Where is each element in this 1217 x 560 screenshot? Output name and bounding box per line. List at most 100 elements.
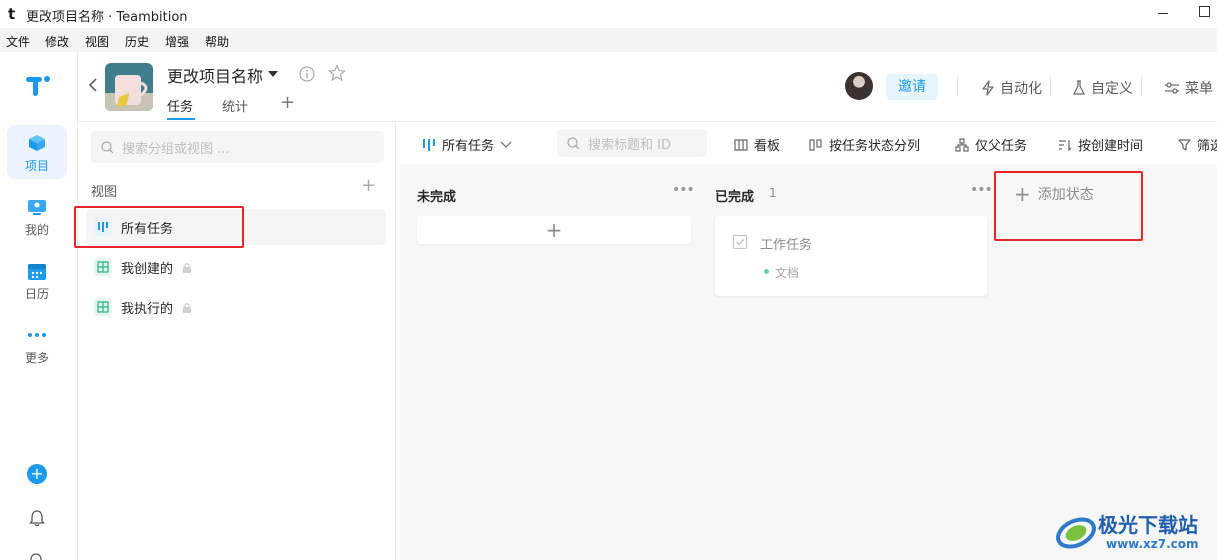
- rail-item-more[interactable]: 更多: [7, 317, 67, 371]
- table-icon: [94, 258, 112, 276]
- view-item-created-by-me[interactable]: 我创建的: [86, 249, 386, 285]
- column-title-incomplete: 未完成: [417, 190, 457, 205]
- view-select[interactable]: 所有任务: [422, 135, 512, 154]
- menu-file[interactable]: 文件: [6, 33, 30, 50]
- info-icon[interactable]: [299, 66, 315, 82]
- split-columns-icon: [809, 138, 822, 151]
- active-tab-indicator: [167, 118, 195, 120]
- lightning-icon: [982, 80, 994, 96]
- search-placeholder: 搜索标题和 ID: [588, 137, 671, 153]
- group-by-label: 按任务状态分列: [829, 139, 921, 154]
- star-icon[interactable]: [328, 64, 346, 82]
- add-tab-icon[interactable]: +: [280, 92, 295, 113]
- highlight-box: [994, 171, 1143, 241]
- window-title: 更改项目名称 · Teambition: [26, 10, 188, 25]
- task-tag: 文档: [775, 266, 800, 280]
- flask-icon: [1073, 80, 1085, 95]
- rail-item-label: 我的: [24, 223, 49, 237]
- caret-down-icon[interactable]: [268, 71, 278, 77]
- kanban-icon: [423, 138, 435, 151]
- views-panel: 搜索分组或视图 ... 视图 + 所有任务 我创建的 我执行的: [78, 122, 396, 560]
- avatar[interactable]: [845, 72, 873, 100]
- parent-only-label: 仅父任务: [975, 139, 1028, 154]
- title-bar: t 更改项目名称 · Teambition: [0, 0, 1217, 28]
- task-checkbox[interactable]: [733, 235, 747, 249]
- watermark: 极光下载站 www.xz7.com: [1050, 505, 1210, 557]
- customize-label: 自定义: [1091, 81, 1133, 97]
- left-rail: 项目 我的 日历 更多 +: [0, 52, 78, 560]
- menu-label: 菜单: [1185, 81, 1213, 97]
- sort-button[interactable]: 按创建时间: [1058, 135, 1143, 154]
- sort-icon: [1059, 139, 1072, 151]
- automation-button[interactable]: 自动化: [981, 78, 1042, 98]
- search-icon[interactable]: [29, 552, 45, 560]
- rail-item-calendar[interactable]: 日历: [7, 253, 67, 307]
- highlight-box: [74, 206, 244, 248]
- rail-item-projects[interactable]: 项目: [7, 125, 67, 179]
- chevron-down-icon: [500, 141, 512, 148]
- lock-icon: [183, 302, 192, 313]
- kanban-label: 看板: [754, 139, 781, 154]
- customize-button[interactable]: 自定义: [1072, 78, 1133, 98]
- rail-item-label: 项目: [24, 159, 49, 173]
- watermark-logo-icon: [1056, 517, 1096, 549]
- project-name[interactable]: 更改项目名称: [167, 63, 263, 87]
- sliders-icon: [1165, 82, 1179, 94]
- sort-label: 按创建时间: [1078, 139, 1144, 154]
- menu-edit[interactable]: 修改: [45, 33, 69, 50]
- cube-icon: [29, 135, 45, 151]
- divider: [957, 76, 958, 96]
- board-toolbar: 所有任务 搜索标题和 ID 看板 按任务状态分列 仅父任务 按创建时间 筛选: [396, 122, 1217, 164]
- view-item-assigned-to-me[interactable]: 我执行的: [86, 289, 386, 325]
- lock-icon: [183, 262, 192, 273]
- tab-tasks[interactable]: 任务: [167, 96, 193, 115]
- invite-button[interactable]: 邀请: [886, 74, 938, 100]
- task-card[interactable]: 工作任务 文档: [715, 216, 987, 296]
- person-monitor-icon: [28, 200, 46, 215]
- column-title-done: 已完成: [715, 190, 755, 205]
- rail-item-mine[interactable]: 我的: [7, 189, 67, 243]
- menu-view[interactable]: 视图: [85, 33, 109, 50]
- app-logo: t: [8, 5, 16, 23]
- group-by-button[interactable]: 按任务状态分列: [809, 135, 920, 154]
- calendar-icon: [28, 264, 46, 280]
- kanban-button[interactable]: 看板: [734, 135, 780, 154]
- menu-bar: 文件 修改 视图 历史 增强 帮助: [0, 28, 1217, 52]
- group-search-input[interactable]: 搜索分组或视图 ...: [91, 131, 384, 163]
- add-task-button[interactable]: +: [417, 216, 691, 244]
- menu-button[interactable]: 菜单: [1164, 78, 1213, 98]
- back-chevron-icon[interactable]: [86, 78, 100, 92]
- menu-history[interactable]: 历史: [125, 33, 149, 50]
- check-icon: [735, 238, 744, 246]
- divider: [1141, 76, 1142, 96]
- maximize-button[interactable]: [1199, 6, 1210, 17]
- divider: [1050, 76, 1051, 96]
- view-select-label: 所有任务: [442, 139, 495, 154]
- bell-icon[interactable]: [29, 509, 45, 527]
- tab-stats[interactable]: 统计: [222, 96, 248, 115]
- views-heading: 视图: [91, 185, 118, 200]
- column-more-icon[interactable]: •••: [970, 182, 993, 198]
- search-placeholder: 搜索分组或视图 ...: [122, 141, 230, 157]
- add-view-icon[interactable]: +: [361, 175, 376, 196]
- columns-icon: [734, 138, 748, 151]
- menu-help[interactable]: 帮助: [205, 33, 229, 50]
- parent-only-button[interactable]: 仅父任务: [955, 135, 1027, 154]
- project-header: 更改项目名称 任务 统计 + 邀请 自动化 自定义 菜单: [78, 52, 1217, 122]
- filter-button[interactable]: 筛选: [1178, 135, 1217, 154]
- menu-enhance[interactable]: 增强: [165, 33, 189, 50]
- view-item-label: 我执行的: [121, 301, 174, 317]
- column-count: 1: [769, 186, 777, 200]
- tag-dot: [764, 269, 769, 274]
- minimize-button[interactable]: [1156, 5, 1170, 19]
- view-item-label: 我创建的: [121, 261, 174, 277]
- rail-item-label: 日历: [24, 287, 49, 301]
- filter-label: 筛选: [1197, 139, 1217, 154]
- watermark-url: www.xz7.com: [1106, 537, 1199, 551]
- task-search-input[interactable]: 搜索标题和 ID: [557, 129, 707, 157]
- project-cover[interactable]: [105, 63, 153, 111]
- teambition-logo-icon[interactable]: [24, 72, 52, 100]
- create-plus-icon[interactable]: +: [27, 464, 47, 484]
- column-more-icon[interactable]: •••: [672, 182, 695, 198]
- hierarchy-icon: [955, 137, 969, 152]
